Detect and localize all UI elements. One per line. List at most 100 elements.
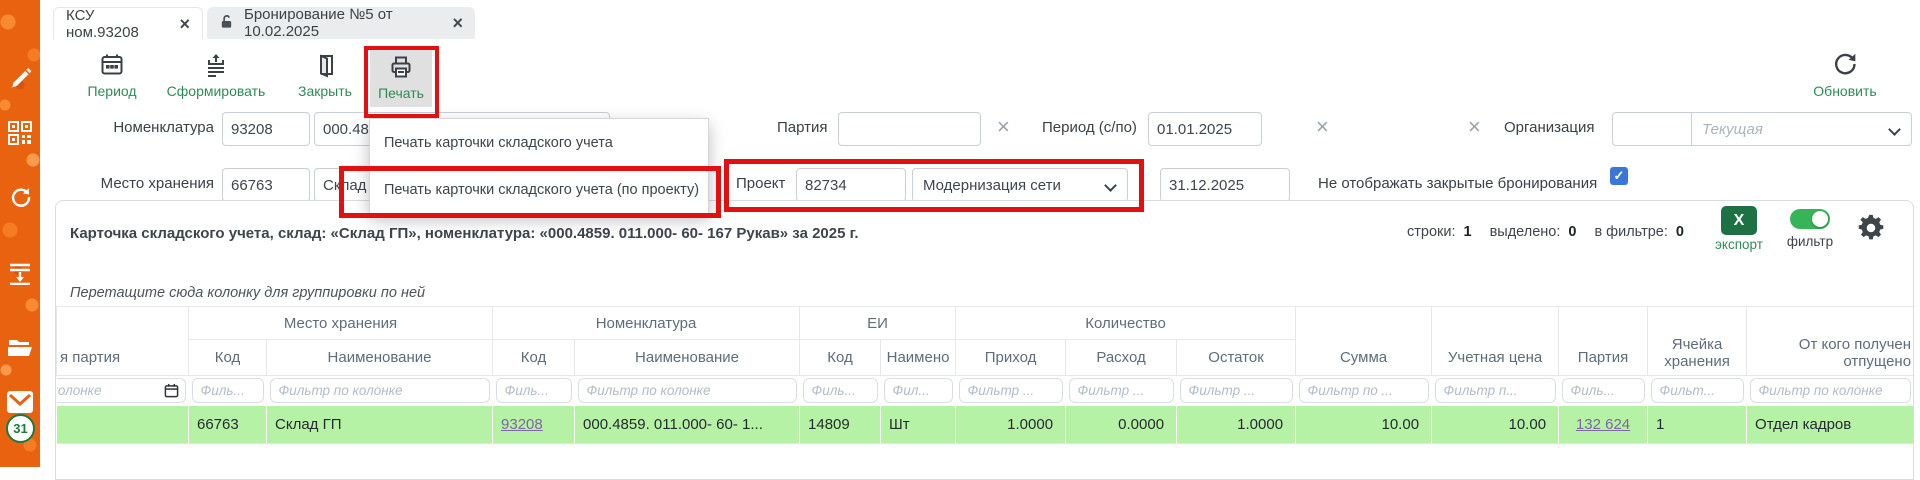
refresh-button[interactable]: Обновить — [1800, 50, 1890, 99]
tab-ksu[interactable]: КСУ ном.93208 × — [53, 7, 203, 39]
edit-pencil-icon[interactable] — [8, 66, 32, 95]
group-header-storage[interactable]: Место хранения — [189, 307, 493, 340]
in-filter-label: в фильтре: — [1594, 224, 1667, 240]
data-grid: я партия Место хранения Номенклатура ЕИ … — [56, 306, 1914, 444]
clear-batch-icon[interactable]: × — [997, 116, 1010, 138]
period-from-input[interactable] — [1148, 112, 1262, 146]
filter-input[interactable] — [192, 378, 264, 403]
excel-icon: X — [1721, 206, 1757, 235]
filter-input[interactable] — [1069, 378, 1174, 403]
period-to-input[interactable] — [1160, 168, 1290, 202]
filter-input[interactable] — [884, 378, 953, 403]
column-header-unit-name[interactable]: Наимено — [881, 340, 956, 376]
sync-refresh-icon[interactable] — [8, 185, 32, 214]
cell-income: 1.0000 — [956, 406, 1066, 444]
column-header-storage-name[interactable]: Наименование — [267, 340, 493, 376]
group-header-unit[interactable]: ЕИ — [800, 307, 956, 340]
column-header-storage-code[interactable]: Код — [189, 340, 267, 376]
close-button[interactable]: Закрыть — [288, 52, 362, 99]
cell-nomenclature-name: 000.4859. 011.000- 60- 1... — [575, 406, 800, 444]
folder-icon[interactable] — [7, 335, 33, 364]
column-header-received-from[interactable]: От кого получен отпущено — [1747, 307, 1914, 376]
filter-input[interactable] — [1299, 378, 1429, 403]
cell-unit-code: 14809 — [800, 406, 881, 444]
filter-input[interactable] — [270, 378, 490, 403]
batch-link[interactable]: 132 624 — [1576, 416, 1630, 433]
excel-export-button[interactable]: X экспорт — [1712, 206, 1766, 252]
menu-item-print-card-by-project[interactable]: Печать карточки складского учета (по про… — [370, 166, 708, 213]
toggle-knob — [1812, 211, 1828, 227]
tab-close-icon[interactable]: × — [452, 14, 463, 32]
notification-badge[interactable]: 31 — [6, 414, 35, 443]
column-header-expense[interactable]: Расход — [1066, 340, 1177, 376]
nomenclature-code-link[interactable]: 93208 — [501, 416, 543, 433]
organization-select[interactable]: Текущая — [1691, 112, 1912, 146]
column-header-batch-partial[interactable]: я партия — [57, 307, 189, 376]
group-drag-hint: Перетащите сюда колонку для группировки … — [70, 285, 425, 301]
cell-rest: 1.0000 — [1177, 406, 1296, 444]
filter-input[interactable] — [1562, 378, 1645, 403]
project-code-input[interactable] — [796, 168, 906, 202]
column-header-sum[interactable]: Сумма — [1296, 307, 1432, 376]
list-download-icon[interactable] — [8, 261, 32, 290]
group-header-quantity[interactable]: Количество — [956, 307, 1296, 340]
selected-count: 0 — [1568, 224, 1576, 240]
column-header-cell[interactable]: Ячейка хранения — [1648, 307, 1747, 376]
cell-unit-name: Шт — [881, 406, 956, 444]
group-header-nomenclature[interactable]: Номенклатура — [493, 307, 800, 340]
clear-period-icon[interactable]: × — [1316, 116, 1329, 138]
project-select[interactable]: Модернизация сети — [912, 168, 1128, 202]
calendar-icon[interactable] — [164, 383, 179, 403]
filter-input[interactable] — [1651, 378, 1744, 403]
filter-toggle-block[interactable]: фильтр — [1784, 209, 1836, 249]
calendar-icon — [99, 52, 125, 78]
organization-placeholder: Текущая — [1702, 121, 1763, 138]
nomenclature-code-input[interactable] — [222, 112, 310, 146]
filter-input[interactable] — [1435, 378, 1556, 403]
period-button[interactable]: Период — [83, 52, 141, 99]
door-icon — [312, 52, 338, 78]
project-label: Проект — [736, 175, 785, 192]
tab-booking-label: Бронирование №5 от 10.02.2025 — [244, 6, 442, 40]
column-header-price[interactable]: Учетная цена — [1432, 307, 1559, 376]
column-header-unit-code[interactable]: Код — [800, 340, 881, 376]
grid-title: Карточка складского учета, склад: «Склад… — [70, 225, 859, 242]
column-header-nom-name[interactable]: Наименование — [575, 340, 800, 376]
batch-input[interactable] — [838, 112, 981, 146]
cell-price: 10.00 — [1432, 406, 1559, 444]
filter-toggle-label: фильтр — [1787, 234, 1833, 249]
nomenclature-label: Номенклатура — [60, 119, 214, 136]
filter-input[interactable] — [1180, 378, 1293, 403]
organization-label: Организация — [1504, 119, 1594, 136]
column-header-rest[interactable]: Остаток — [1177, 340, 1296, 376]
organization-code-input[interactable] — [1612, 112, 1692, 146]
generate-button[interactable]: Сформировать — [158, 52, 274, 99]
selected-label: выделено: — [1490, 224, 1561, 240]
cell-sum: 10.00 — [1296, 406, 1432, 444]
export-label: экспорт — [1715, 237, 1763, 252]
filter-input[interactable] — [496, 378, 572, 403]
cell-storage-code: 66763 — [189, 406, 267, 444]
hide-closed-label: Не отображать закрытые бронирования — [1318, 175, 1597, 192]
table-row[interactable]: 66763 Склад ГП 93208 000.4859. 011.000- … — [57, 406, 1914, 444]
period-label: Период — [87, 83, 136, 99]
column-header-batch[interactable]: Партия — [1559, 307, 1648, 376]
tab-booking[interactable]: Бронирование №5 от 10.02.2025 × — [207, 7, 475, 39]
clear-organization-icon[interactable]: × — [1468, 116, 1481, 138]
storage-code-input[interactable] — [222, 168, 310, 202]
filter-input[interactable] — [959, 378, 1063, 403]
printer-icon — [388, 54, 414, 80]
cell-received-from: Отдел кадров — [1747, 406, 1914, 444]
settings-gear-icon[interactable] — [1856, 213, 1886, 248]
filter-input[interactable] — [803, 378, 878, 403]
filter-input[interactable] — [1750, 378, 1911, 403]
menu-item-print-card[interactable]: Печать карточки складского учета — [370, 119, 708, 166]
hide-closed-checkbox[interactable]: ✓ — [1610, 167, 1628, 185]
tab-close-icon[interactable]: × — [179, 15, 190, 33]
filter-toggle[interactable] — [1790, 209, 1830, 229]
filter-input[interactable] — [578, 378, 797, 403]
qr-code-icon[interactable] — [8, 121, 32, 150]
column-header-income[interactable]: Приход — [956, 340, 1066, 376]
column-header-nom-code[interactable]: Код — [493, 340, 575, 376]
print-button[interactable]: Печать — [370, 50, 432, 107]
